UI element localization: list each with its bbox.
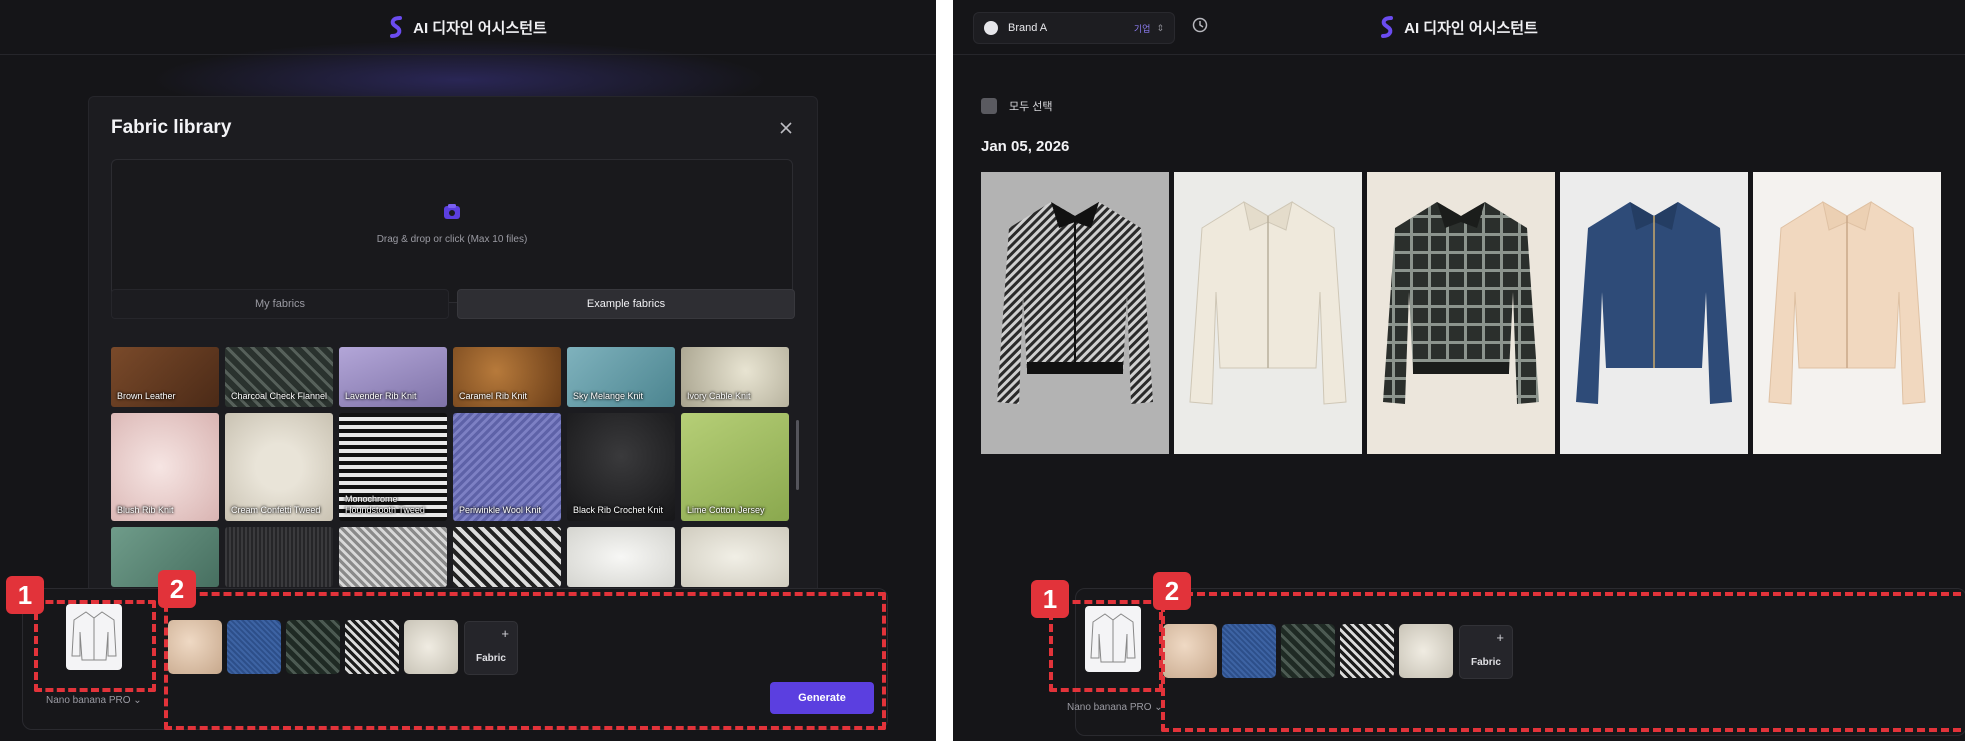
generated-image[interactable] <box>1367 172 1555 454</box>
peach-jacket-image <box>1768 200 1926 405</box>
model-name: Nano banana PRO <box>1067 702 1152 713</box>
select-all-label: 모두 선택 <box>1009 101 1053 113</box>
fabric-name: Lime Cotton Jersey <box>687 505 765 515</box>
upload-dropzone[interactable]: Drag & drop or click (Max 10 files) <box>111 159 793 303</box>
fabric-scrollbar[interactable] <box>796 420 799 490</box>
fabric-swatch[interactable]: Black Rib Crochet Knit <box>567 413 675 521</box>
fabric-name: Brown Leather <box>117 391 176 401</box>
upload-hint: Drag & drop or click (Max 10 files) <box>376 234 528 245</box>
fabric-swatch[interactable]: Blush Rib Knit <box>111 413 219 521</box>
fabric-name: Blush Rib Knit <box>117 505 174 515</box>
brand-logo-icon <box>1381 16 1394 38</box>
model-selector[interactable]: Nano banana PRO ⌄ <box>1067 702 1163 713</box>
fabric-swatch[interactable]: Cream Confetti Tweed <box>225 413 333 521</box>
model-name: Nano banana PRO <box>46 695 131 706</box>
fabric-swatch[interactable] <box>453 527 561 587</box>
select-all-checkbox[interactable] <box>981 98 997 114</box>
generated-image[interactable] <box>981 172 1169 454</box>
generated-image[interactable] <box>1560 172 1748 454</box>
chevron-updown-icon: ⇕ <box>1156 22 1164 33</box>
fabric-name: Charcoal Check Flannel <box>231 391 328 401</box>
denim-jacket-image <box>1576 202 1732 404</box>
fabric-swatch[interactable]: Charcoal Check Flannel <box>225 347 333 407</box>
fabric-swatch[interactable]: Brown Leather <box>111 347 219 407</box>
fabric-name: Caramel Rib Knit <box>459 391 528 401</box>
fabric-name: Cream Confetti Tweed <box>231 505 321 515</box>
fabric-name: Lavender Rib Knit <box>345 391 417 401</box>
fabric-swatch[interactable]: Caramel Rib Knit <box>453 347 561 407</box>
fabric-swatch[interactable]: Sky Melange Knit <box>567 347 675 407</box>
fabric-grid: Brown Leather Charcoal Check Flannel Lav… <box>111 347 791 597</box>
modal-title: Fabric library <box>111 117 232 138</box>
fabric-name: Ivory Cable Knit <box>687 391 751 401</box>
fabric-swatch[interactable]: Lavender Rib Knit <box>339 347 447 407</box>
brand-logo-icon <box>390 16 403 38</box>
left-screenshot: AI 디자인 어시스턴트 Fabric library Drag & drop … <box>0 0 936 741</box>
step-badge-2: 2 <box>158 570 196 608</box>
history-icon[interactable] <box>1191 16 1209 34</box>
fabric-swatch[interactable] <box>225 527 333 587</box>
brand-tag: 기업 <box>1133 23 1151 34</box>
app-title: AI 디자인 어시스턴트 <box>413 19 547 37</box>
app-title: AI 디자인 어시스턴트 <box>1404 19 1538 37</box>
fabric-swatch[interactable] <box>339 527 447 587</box>
fabric-library-modal: Fabric library Drag & drop or click (Max… <box>88 96 818 598</box>
fabric-tabs: My fabrics Example fabrics <box>111 289 795 319</box>
close-icon[interactable] <box>773 115 799 141</box>
fabric-name: Sky Melange Knit <box>573 391 644 401</box>
tab-my-fabrics[interactable]: My fabrics <box>111 289 449 319</box>
highlight-box-2 <box>164 592 886 730</box>
fabric-name: Periwinkle Wool Knit <box>459 505 541 515</box>
fabric-name: Monochrome Houndstooth Tweed <box>345 494 425 515</box>
houndstooth-jacket-image <box>997 202 1153 404</box>
right-screenshot: AI 디자인 어시스턴트 Brand A 기업 ⇕ 모두 선택 Jan 05, … <box>953 0 1965 741</box>
fabric-name: Black Rib Crochet Knit <box>573 505 664 515</box>
cream-tweed-jacket-image <box>1189 200 1347 405</box>
generated-image[interactable] <box>1174 172 1362 454</box>
tab-example-fabrics[interactable]: Example fabrics <box>457 289 795 319</box>
chevron-down-icon: ⌄ <box>133 695 142 706</box>
fabric-swatch[interactable]: Ivory Cable Knit <box>681 347 789 407</box>
generated-image[interactable] <box>1753 172 1941 454</box>
brand-selector[interactable]: Brand A 기업 ⇕ <box>973 12 1175 44</box>
app-header: AI 디자인 어시스턴트 <box>0 0 936 55</box>
brand-avatar <box>984 21 998 35</box>
upload-icon <box>444 204 460 219</box>
fabric-swatch[interactable]: Periwinkle Wool Knit <box>453 413 561 521</box>
step-badge-1: 1 <box>6 576 44 614</box>
select-all[interactable]: 모두 선택 <box>981 98 1053 114</box>
step-badge-1: 1 <box>1031 580 1069 618</box>
fabric-swatch[interactable]: Monochrome Houndstooth Tweed <box>339 413 447 521</box>
step-badge-2: 2 <box>1153 572 1191 610</box>
plaid-jacket-image <box>1383 202 1539 404</box>
highlight-box-1 <box>34 600 156 692</box>
fabric-swatch[interactable]: Lime Cotton Jersey <box>681 413 789 521</box>
brand-name: Brand A <box>1008 22 1048 34</box>
date-heading: Jan 05, 2026 <box>981 138 1070 155</box>
fabric-swatch[interactable] <box>681 527 789 587</box>
highlight-box-2 <box>1161 592 1965 732</box>
fabric-swatch[interactable] <box>567 527 675 587</box>
model-selector[interactable]: Nano banana PRO ⌄ <box>46 695 142 706</box>
